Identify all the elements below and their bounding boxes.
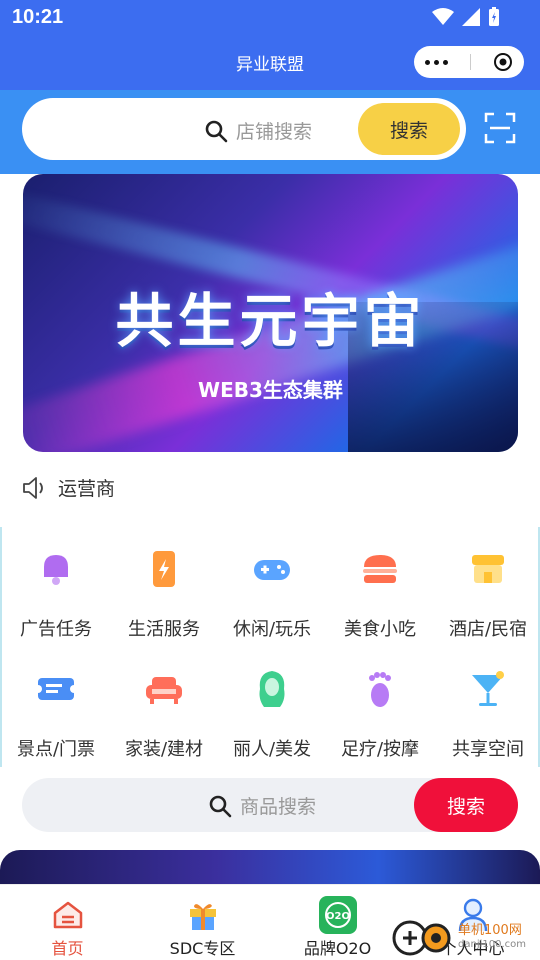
store-search-bar: 店铺搜索 搜索: [0, 90, 540, 174]
tab-home[interactable]: 首页: [0, 885, 135, 960]
product-search-button[interactable]: 搜索: [414, 778, 518, 832]
search-icon: [209, 795, 232, 817]
tab-label: SDC专区: [169, 939, 236, 958]
category-item[interactable]: 休闲/玩乐: [218, 527, 326, 647]
notice-bar[interactable]: 运营商: [22, 474, 148, 501]
foot-icon: [358, 667, 402, 711]
site-watermark: 单机100网 danji100.com: [390, 916, 540, 960]
hair-icon: [250, 667, 294, 711]
svg-text:O2O: O2O: [326, 911, 350, 922]
watermark-logo: [392, 920, 451, 956]
signal-icon: [462, 8, 480, 26]
search-icon: [205, 120, 228, 142]
category-item[interactable]: 酒店/民宿: [434, 527, 540, 647]
battery-icon: [489, 7, 499, 26]
store-search-placeholder: 店铺搜索: [204, 117, 312, 144]
category-item[interactable]: 景点/门票: [2, 647, 110, 767]
tab-o2o[interactable]: O2O 品牌O2O: [270, 885, 405, 960]
category-label: 酒店/民宿: [448, 619, 528, 640]
sofa-icon: [142, 667, 186, 711]
store-search-placeholder-text: 店铺搜索: [236, 121, 313, 143]
category-item[interactable]: 共享空间: [434, 647, 540, 767]
category-item[interactable]: 生活服务: [110, 527, 218, 647]
promo-banner[interactable]: 共生元宇宙 WEB3生态集群: [23, 174, 518, 452]
phone-icon: [142, 547, 186, 591]
category-item[interactable]: 家装/建材: [110, 647, 218, 767]
category-item[interactable]: 足疗/按摩: [326, 647, 434, 767]
category-item[interactable]: 丽人/美发: [218, 647, 326, 767]
bell-icon: [34, 547, 78, 591]
o2o-icon: O2O: [319, 896, 357, 934]
wifi-icon: [432, 8, 454, 25]
product-search-placeholder-text: 商品搜索: [240, 796, 317, 818]
watermark-url: danji100.com: [458, 939, 526, 950]
more-icon[interactable]: [425, 59, 448, 65]
top-header: 10:21 异业联盟: [0, 0, 540, 90]
gift-icon: [190, 904, 216, 930]
store-search-input[interactable]: 店铺搜索 搜索: [22, 98, 466, 160]
category-row: 广告任务 生活服务 休闲/玩乐 美食小吃 酒店/民宿: [2, 527, 540, 647]
tab-sdc[interactable]: SDC专区: [135, 885, 270, 960]
category-label: 休闲/玩乐: [232, 619, 312, 640]
tab-label: 品牌O2O: [303, 939, 372, 958]
banner-subtitle: WEB3生态集群: [198, 378, 343, 402]
tab-label: 首页: [51, 939, 84, 958]
category-grid: 广告任务 生活服务 休闲/玩乐 美食小吃 酒店/民宿 景点/门票 家装/建材 丽人/美发 足疗…: [0, 527, 540, 767]
status-time: 10:21: [12, 6, 64, 28]
category-label: 广告任务: [20, 619, 92, 640]
speaker-icon: [23, 476, 43, 499]
ticket-icon: [34, 667, 78, 711]
product-search-input[interactable]: 商品搜索 搜索: [22, 778, 518, 832]
banner-title: 共生元宇宙: [115, 287, 426, 355]
store-search-button[interactable]: 搜索: [358, 103, 460, 155]
cocktail-icon: [466, 667, 510, 711]
scan-icon[interactable]: [484, 112, 516, 144]
category-label: 足疗/按摩: [340, 739, 420, 760]
notice-text: 运营商: [58, 478, 116, 500]
category-label: 美食小吃: [344, 619, 416, 640]
category-label: 家装/建材: [124, 739, 204, 760]
category-label: 丽人/美发: [232, 739, 312, 760]
watermark-text: 单机100网: [458, 923, 522, 938]
status-icons: [432, 7, 500, 27]
product-search-placeholder: 商品搜索: [208, 792, 316, 819]
category-label: 生活服务: [128, 619, 200, 640]
gamepad-icon: [250, 547, 294, 591]
category-label: 景点/门票: [16, 739, 96, 760]
close-target-icon[interactable]: [493, 52, 513, 72]
shop-icon: [466, 547, 510, 591]
category-item[interactable]: 广告任务: [2, 527, 110, 647]
category-label: 共享空间: [452, 739, 524, 760]
capsule-divider: [470, 54, 471, 70]
miniapp-capsule: [414, 46, 524, 78]
burger-icon: [358, 547, 402, 591]
category-item[interactable]: 美食小吃: [326, 527, 434, 647]
home-icon: [53, 901, 83, 929]
category-row: 景点/门票 家装/建材 丽人/美发 足疗/按摩 共享空间: [2, 647, 540, 767]
